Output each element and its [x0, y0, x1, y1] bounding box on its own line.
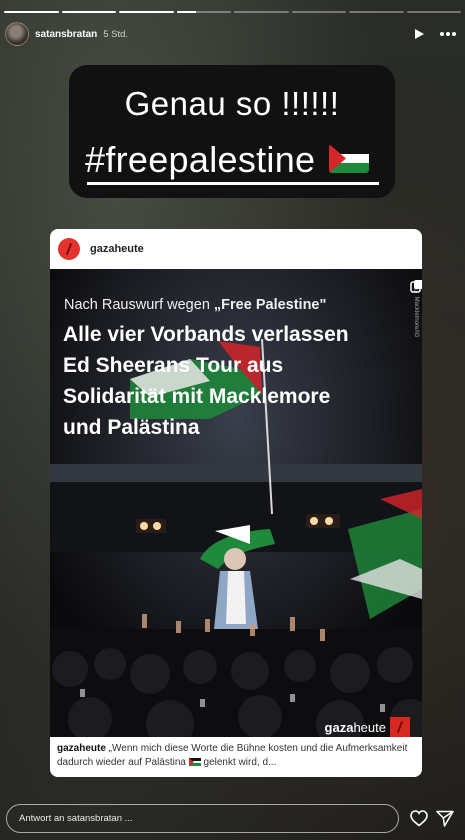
caption-username[interactable]: gazaheute — [57, 743, 106, 754]
story-header: satansbratan 5 Std. — [5, 22, 457, 46]
story-username[interactable]: satansbratan — [35, 29, 97, 40]
story-progress — [4, 11, 461, 13]
palestine-flag-icon — [188, 757, 201, 766]
post-image: Nach Rauswurf wegen „Free Palestine" All… — [50, 269, 422, 765]
post-caption: gazaheute „Wenn mich diese Worte die Büh… — [50, 737, 422, 777]
send-icon[interactable] — [436, 810, 454, 832]
play-icon[interactable] — [413, 28, 425, 40]
photo-credit: © Macklemore/IG — [413, 289, 419, 338]
text-sticker: Genau so !!!!!! #freepalestine — [69, 65, 395, 198]
progress-segment — [349, 11, 404, 13]
heart-icon[interactable] — [410, 810, 428, 832]
caption-text-end: gelenkt wird, d... — [200, 757, 277, 768]
headline-line: und Palästina — [63, 416, 200, 439]
headline-line: Solidarität mit Macklemore — [63, 385, 331, 408]
post-header: gazaheute — [50, 229, 422, 269]
progress-segment — [119, 11, 174, 13]
post-kicker: Nach Rauswurf wegen „Free Palestine" — [64, 297, 326, 313]
post-account-name[interactable]: gazaheute — [90, 243, 144, 255]
reply-input[interactable]: Antwort an satansbratan ... — [6, 804, 399, 833]
avatar[interactable] — [5, 22, 29, 46]
sticker-underline — [87, 182, 379, 185]
more-icon[interactable] — [439, 31, 457, 37]
progress-segment — [61, 11, 116, 13]
progress-segment — [234, 11, 289, 13]
palestine-flag-icon — [329, 144, 369, 173]
story-time: 5 Std. — [103, 28, 129, 40]
kicker-quote: „Free Palestine" — [213, 297, 327, 313]
brand-logo-icon — [390, 717, 410, 737]
progress-segment — [4, 11, 59, 13]
reply-placeholder: Antwort an satansbratan ... — [19, 813, 133, 824]
sticker-line-2: #freepalestine — [85, 139, 316, 180]
progress-segment — [406, 11, 461, 13]
shared-post-card[interactable]: gazaheute Nach Rauswurf wegen „Free Pale… — [50, 229, 422, 777]
kicker-prefix: Nach Rauswurf wegen — [64, 297, 214, 313]
brand-bold: gaza — [324, 719, 354, 735]
account-logo — [58, 238, 80, 260]
brand-watermark: gazaheute — [325, 717, 410, 737]
headline-line: Alle vier Vorbands verlassen — [63, 323, 349, 346]
progress-segment — [176, 11, 231, 13]
progress-segment — [291, 11, 346, 13]
post-headline: Alle vier Vorbands verlassen Ed Sheerans… — [63, 319, 408, 443]
headline-line: Ed Sheerans Tour aus — [63, 354, 284, 377]
brand-text: gazaheute — [325, 720, 386, 735]
sticker-line-1: Genau so !!!!!! — [124, 85, 340, 122]
brand-rest: heute — [353, 719, 386, 735]
